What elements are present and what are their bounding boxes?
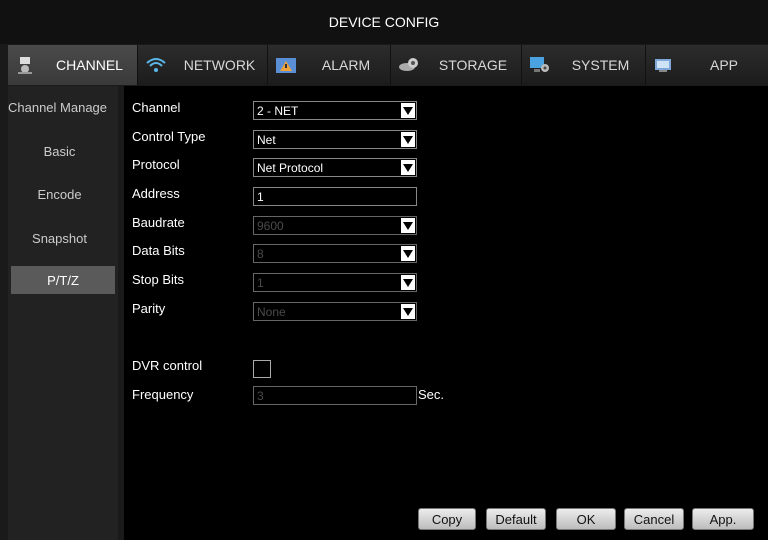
tab-label: NETWORK (183, 57, 256, 73)
tab-label: STORAGE (438, 57, 508, 73)
dropdown-arrow-icon (401, 246, 415, 261)
sidebar-item-label: Snapshot (32, 230, 87, 246)
dropdown-arrow-icon (401, 304, 415, 319)
dropdown-arrow-icon (401, 103, 415, 118)
protocol-value: Net Protocol (257, 160, 324, 175)
dvr-control-label: DVR control (132, 358, 203, 373)
address-label: Address (132, 186, 180, 201)
wifi-icon (144, 55, 168, 75)
sidebar-item-label: Channel Manage (8, 99, 108, 115)
dropdown-arrow-icon (401, 160, 415, 175)
address-input[interactable]: 1 (253, 187, 417, 206)
frequency-label: Frequency (132, 387, 194, 402)
window-title-bar: DEVICE CONFIG (0, 0, 768, 44)
sidebar-item-basic[interactable]: Basic (3, 137, 116, 165)
apply-button-label: App. (709, 511, 737, 527)
frequency-unit: Sec. (418, 387, 445, 402)
baudrate-select[interactable]: 9600 (253, 216, 417, 235)
content-panel (124, 86, 768, 540)
copy-button-label: Copy (431, 511, 463, 527)
stop-bits-label: Stop Bits (132, 272, 185, 287)
stop-bits-value: 1 (257, 275, 264, 290)
apply-button[interactable]: App. (692, 508, 754, 530)
storage-icon (397, 55, 421, 75)
frequency-value: 3 (257, 388, 264, 403)
dropdown-arrow-icon (401, 132, 415, 147)
copy-button[interactable]: Copy (418, 508, 476, 530)
tab-network[interactable]: NETWORK (138, 45, 268, 85)
default-button[interactable]: Default (486, 508, 546, 530)
parity-value: None (257, 304, 286, 319)
baudrate-label: Baudrate (132, 215, 185, 230)
data-bits-select[interactable]: 8 (253, 244, 417, 263)
sidebar-item-label: Encode (37, 186, 82, 202)
dropdown-arrow-icon (401, 275, 415, 290)
sidebar-item-encode[interactable]: Encode (3, 180, 116, 208)
stop-bits-select[interactable]: 1 (253, 273, 417, 292)
sidebar-item-label: P/T/Z (47, 272, 79, 288)
top-tab-bar: CHANNEL NETWORK ALARM STORAGE SYSTEM APP (8, 45, 768, 85)
system-icon (528, 55, 552, 75)
tab-alarm[interactable]: ALARM (268, 45, 391, 85)
camera-icon (14, 55, 38, 75)
baudrate-value: 9600 (257, 218, 284, 233)
sidebar-item-ptz[interactable]: P/T/Z (11, 266, 115, 294)
data-bits-value: 8 (257, 246, 264, 261)
alarm-icon (274, 55, 298, 75)
tab-app[interactable]: APP (646, 45, 768, 85)
sidebar-item-channel-manage[interactable]: Channel Manage (8, 93, 121, 121)
frequency-input[interactable]: 3 (253, 386, 417, 405)
channel-label: Channel (132, 100, 181, 115)
dropdown-arrow-icon (401, 218, 415, 233)
tab-label: ALARM (321, 57, 371, 73)
channel-select[interactable]: 2 - NET (253, 101, 417, 120)
parity-select[interactable]: None (253, 302, 417, 321)
protocol-select[interactable]: Net Protocol (253, 158, 417, 177)
tab-channel[interactable]: CHANNEL (8, 45, 138, 85)
cancel-button[interactable]: Cancel (624, 508, 684, 530)
window-title: DEVICE CONFIG (328, 14, 440, 30)
channel-value: 2 - NET (257, 103, 299, 118)
sidebar-item-label: Basic (43, 143, 76, 159)
tab-label: SYSTEM (571, 57, 630, 73)
address-value: 1 (257, 189, 264, 204)
tab-label: APP (709, 57, 738, 73)
tab-storage[interactable]: STORAGE (391, 45, 522, 85)
data-bits-label: Data Bits (132, 243, 185, 258)
ok-button-label: OK (576, 511, 596, 527)
control-type-label: Control Type (132, 129, 206, 144)
tab-system[interactable]: SYSTEM (522, 45, 646, 85)
protocol-label: Protocol (132, 157, 180, 172)
dvr-control-checkbox[interactable] (253, 360, 271, 378)
cancel-button-label: Cancel (633, 511, 675, 527)
app-icon (652, 55, 676, 75)
default-button-label: Default (495, 511, 537, 527)
ok-button[interactable]: OK (556, 508, 616, 530)
parity-label: Parity (132, 301, 166, 316)
sidebar-item-snapshot[interactable]: Snapshot (3, 224, 116, 252)
tab-label: CHANNEL (56, 57, 123, 73)
control-type-value: Net (257, 132, 276, 147)
control-type-select[interactable]: Net (253, 130, 417, 149)
